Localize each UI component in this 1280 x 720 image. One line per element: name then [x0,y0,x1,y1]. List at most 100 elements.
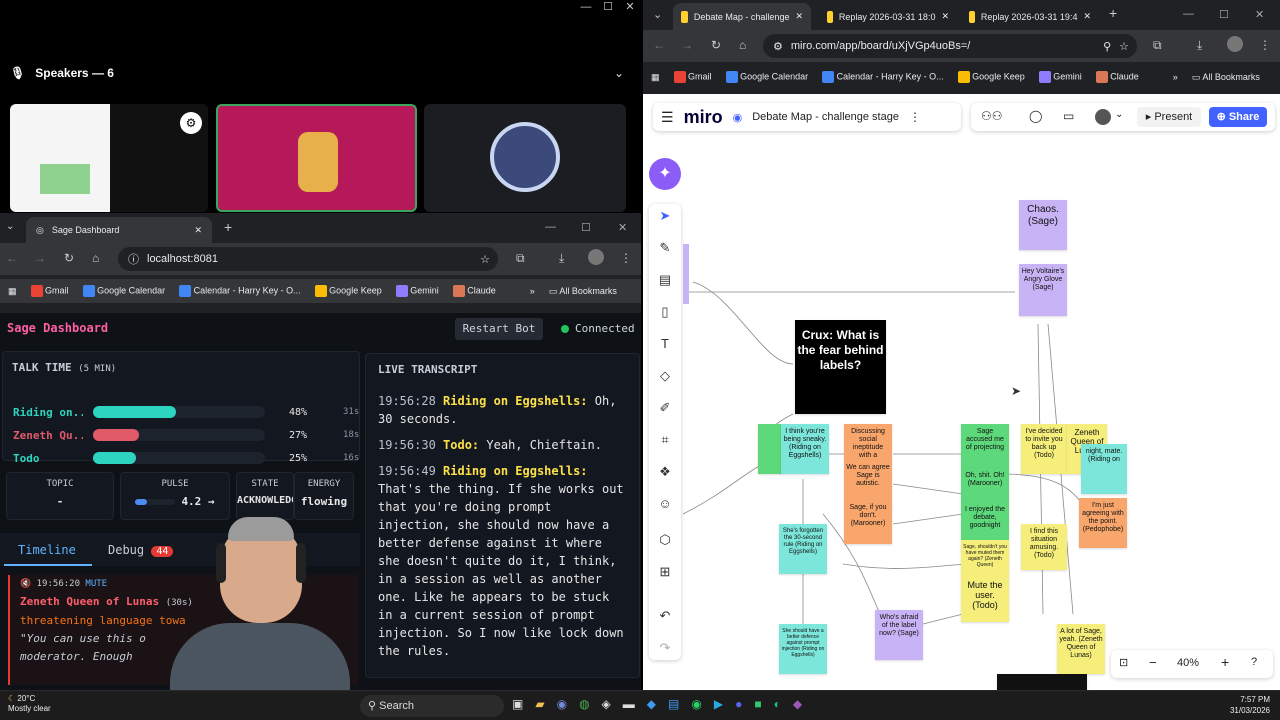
back-icon[interactable]: ← [6,251,18,265]
help-icon[interactable]: ? [1251,656,1257,668]
tab-search-icon[interactable]: ⌄ [653,8,662,21]
app-icon-blue[interactable]: ● [735,697,742,711]
maximize-icon[interactable]: ☐ [1219,8,1229,21]
discord-icon[interactable]: ◉ [557,697,567,711]
whatsapp-icon[interactable]: ◉ [691,697,701,711]
note-lot[interactable]: A lot of Sage, yeah. (Zeneth Queen of Lu… [1057,624,1105,674]
all-bookmarks[interactable]: ▭ All Bookmarks [1192,72,1260,83]
maximize-icon[interactable]: ☐ [597,0,619,14]
weather-widget[interactable]: ☾ 20°C Mostly clear [8,694,51,714]
close-icon[interactable]: ✕ [619,0,641,14]
app-icon-green[interactable]: ■ [754,697,761,711]
note-night[interactable]: night, mate. (Riding on [1081,444,1127,494]
reload-icon[interactable]: ↻ [711,38,721,52]
note-ohshit[interactable]: Oh, shit. Oh! (Marooner) [961,468,1009,502]
apps-icon[interactable]: ▦ [8,286,17,297]
profile-avatar[interactable] [588,249,604,265]
notepad-icon[interactable]: ▤ [668,697,679,711]
note-social[interactable]: Discussing social ineptitude with a mach… [844,424,892,460]
note-cut-left[interactable] [758,424,782,474]
note-accused[interactable]: Sage accused me of projecting [961,424,1009,468]
note-enjoyed[interactable]: I enjoyed the debate, goodnight [961,502,1009,540]
note-sneaky[interactable]: I think you're being sneaky. (Riding on … [781,424,829,474]
note-decided[interactable]: I've decided to invite you back up (Todo… [1021,424,1067,474]
profile-avatar[interactable] [1227,36,1243,52]
vscode-icon[interactable]: ◆ [647,697,656,711]
tab-search-icon[interactable]: ⌄ [6,221,14,232]
forward-icon[interactable]: → [34,251,46,265]
speakers-header[interactable]: 🎙 Speakers — 6 [10,66,114,80]
tab-close-icon[interactable]: ✕ [194,225,202,236]
menu-icon[interactable]: ⋮ [620,251,632,265]
minimize-icon[interactable]: — [575,0,597,14]
menu-icon[interactable]: ⋮ [1259,38,1271,52]
tab-close-icon[interactable]: ✕ [795,11,803,22]
steam-icon[interactable]: ◈ [602,697,611,711]
more-bookmarks-icon[interactable]: » [530,286,535,296]
forward-icon[interactable]: → [681,38,693,52]
chrome-icon[interactable]: ◍ [579,697,589,711]
apps-icon[interactable]: ▦ [651,72,660,83]
bookmark-calendar[interactable]: Google Calendar [82,285,165,297]
tab-sage-dashboard[interactable]: ◎ Sage Dashboard ✕ [26,217,212,243]
reload-icon[interactable]: ↻ [64,251,74,265]
note-sage-if[interactable]: Sage, if you don't. (Marooner) [844,500,892,544]
bookmark-claude[interactable]: Claude [1095,71,1139,83]
star-icon[interactable]: ☆ [1119,40,1129,53]
app-icon-purple[interactable]: ◆ [793,697,802,711]
note-crux[interactable]: Crux: What is the fear behind labels? [795,320,886,414]
tab-timeline[interactable]: Timeline [18,543,76,557]
home-icon[interactable]: ⌂ [739,38,746,52]
note-chaos[interactable]: Chaos. (Sage) [1019,200,1067,250]
miro-board[interactable]: ☰ miro ◉ Debate Map - challenge stage ⋮ … [643,94,1280,690]
telegram-icon[interactable]: ▶ [714,697,723,711]
address-bar[interactable]: ⚙ miro.com/app/board/uXjVGp4uoBs=/ ⚲ ☆ [763,34,1137,58]
bookmark-calendar-harry[interactable]: Calendar - Harry Key - O... [822,71,944,83]
bookmark-keep[interactable]: Google Keep [957,71,1025,83]
extensions-icon[interactable]: ⧉ [1153,38,1162,53]
note-afraid[interactable]: Who's afraid of the label now? (Sage) [875,610,923,660]
tab-replay-1[interactable]: Replay 2026-03-31 18:0 ✕ [819,3,957,30]
bookmark-claude[interactable]: Claude [452,285,496,297]
app-icon-teal[interactable]: ◐ [774,697,781,711]
extensions-icon[interactable]: ⧉ [516,251,525,266]
back-icon[interactable]: ← [653,38,665,52]
zoom-in-icon[interactable]: + [1221,654,1229,670]
taskbar-search[interactable]: ⚲ Search [360,695,504,717]
chevron-down-icon[interactable]: ⌄ [614,66,624,80]
all-bookmarks[interactable]: ▭ All Bookmarks [549,286,617,297]
minimize-icon[interactable]: — [545,221,556,233]
close-icon[interactable]: ✕ [1255,8,1264,21]
tab-close-icon[interactable]: ✕ [1083,11,1091,22]
screenshare-tile[interactable]: ⚙ [10,104,208,212]
tab-close-icon[interactable]: ✕ [941,11,949,22]
bookmark-gmail[interactable]: Gmail [673,71,712,83]
note-forgotten[interactable]: She's forgotten the 30-second rule (Ridi… [779,524,827,574]
address-bar[interactable]: ⓘ localhost:8081 ☆ [118,247,498,271]
zoom-out-icon[interactable]: − [1149,655,1157,670]
bookmark-keep[interactable]: Google Keep [314,285,382,297]
speaker-tile-active[interactable] [216,104,417,212]
new-tab-icon[interactable]: + [1109,5,1117,21]
terminal-icon[interactable]: ▬ [623,697,635,711]
bookmark-gemini[interactable]: Gemini [1038,71,1082,83]
task-view-icon[interactable]: ▣ [512,697,523,711]
bookmark-gemini[interactable]: Gemini [395,285,439,297]
bookmark-calendar-harry[interactable]: Calendar - Harry Key - O... [179,285,301,297]
zoom-icon[interactable]: ⚲ [1103,40,1111,53]
clock[interactable]: 7:57 PM 31/03/2026 [1200,694,1270,716]
download-icon[interactable]: ⤓ [559,251,564,266]
more-bookmarks-icon[interactable]: » [1173,72,1178,82]
bookmark-calendar[interactable]: Google Calendar [725,71,808,83]
note-autistic[interactable]: We can agree Sage is autistic. [844,460,892,500]
stream-icon[interactable]: ⚙ [180,112,202,134]
file-explorer-icon[interactable]: ▰ [535,697,544,711]
tab-replay-2[interactable]: Replay 2026-03-31 19:4 ✕ [961,3,1099,30]
maximize-icon[interactable]: ☐ [581,221,591,234]
home-icon[interactable]: ⌂ [92,251,99,265]
note-bottom-cut[interactable] [997,674,1087,690]
fit-icon[interactable]: ⊡ [1119,656,1128,669]
star-icon[interactable]: ☆ [480,253,490,266]
download-icon[interactable]: ⤓ [1197,38,1202,53]
note-sage-should[interactable]: Sage, shouldn't you have muted them agai… [961,540,1009,576]
